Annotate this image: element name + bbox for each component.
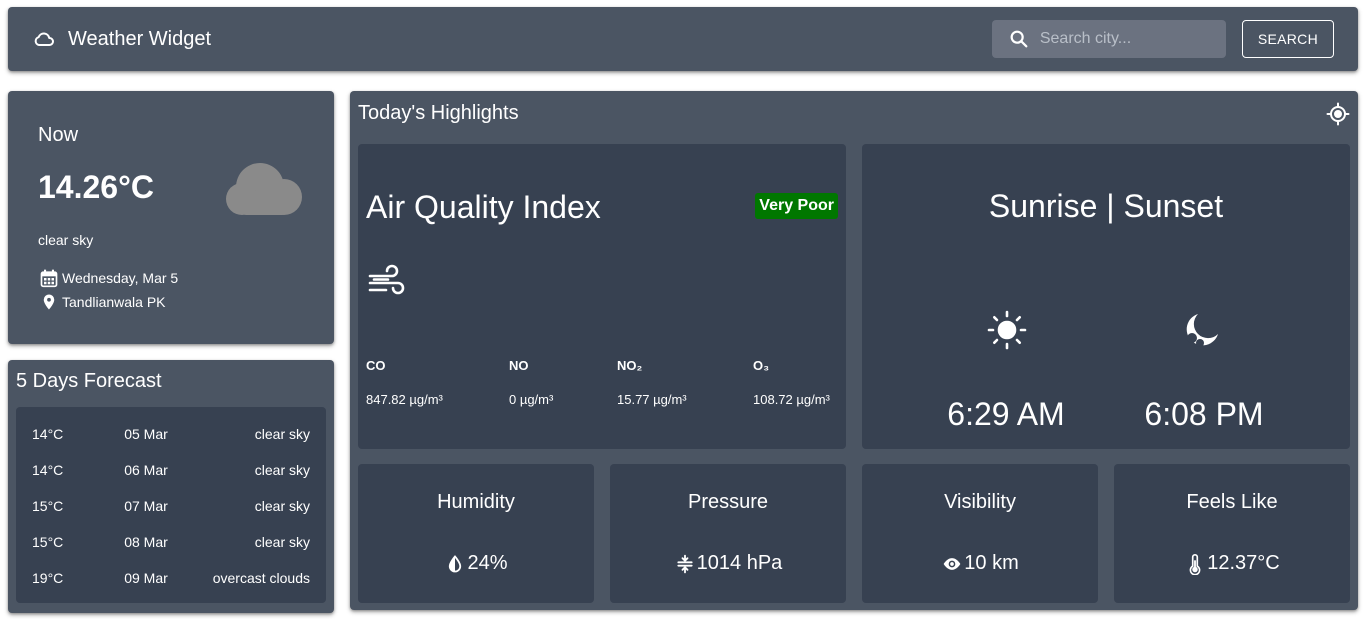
sunset-time: 6:08 PM xyxy=(1144,396,1264,432)
sun-title: Sunrise | Sunset xyxy=(988,188,1224,224)
forecast-row: 15°C 08 Mar clear sky xyxy=(32,524,310,560)
forecast-desc: clear sky xyxy=(254,498,310,514)
search-button[interactable]: SEARCH xyxy=(1241,20,1334,58)
compress-icon xyxy=(674,553,696,575)
pressure-label: Pressure xyxy=(687,491,769,513)
pollutant-name: NO₂ xyxy=(617,358,643,373)
app-title: Weather Widget xyxy=(68,27,212,50)
search-icon xyxy=(1008,28,1030,50)
forecast-date: 09 Mar xyxy=(124,570,168,586)
feels-like-row: 12.37°C xyxy=(1114,552,1350,575)
pressure-value: 1014 hPa xyxy=(696,552,783,574)
pollutant-value: 847.82 µg/m³ xyxy=(366,392,443,407)
aqi-title: Air Quality Index xyxy=(366,189,601,225)
forecast-date: 05 Mar xyxy=(124,426,168,442)
current-weather-card: Now 14.26°C clear sky Wednesday, Mar 5 T… xyxy=(8,91,334,344)
air-quality-card: Air Quality Index Very Poor CO 847.82 µg… xyxy=(358,144,846,449)
cloud-outline-icon xyxy=(32,27,56,51)
visibility-value: 10 km xyxy=(964,552,1019,574)
now-label: Now xyxy=(38,124,79,146)
highlights-card: Today's Highlights Air Quality Index Ver… xyxy=(350,91,1358,610)
aqi-status-badge: Very Poor xyxy=(755,193,838,219)
forecast-desc: clear sky xyxy=(254,462,310,478)
forecast-date: 06 Mar xyxy=(124,462,168,478)
forecast-desc: clear sky xyxy=(254,426,310,442)
sunrise-time: 6:29 AM xyxy=(947,396,1065,432)
sun-icon xyxy=(987,310,1027,350)
forecast-card: 5 Days Forecast 14°C 05 Mar clear sky 14… xyxy=(8,360,334,613)
forecast-date: 07 Mar xyxy=(124,498,168,514)
calendar-icon xyxy=(38,267,60,289)
feels-like-card: Feels Like 12.37°C xyxy=(1114,464,1350,603)
feels-like-label: Feels Like xyxy=(1186,491,1278,513)
feels-like-value: 12.37°C xyxy=(1207,552,1280,574)
eye-icon xyxy=(941,553,963,575)
pollutant-no: NO 0 µg/m³ xyxy=(509,358,553,407)
app-header: Weather Widget SEARCH xyxy=(8,7,1358,71)
visibility-label: Visibility xyxy=(944,491,1016,513)
humidity-value: 24% xyxy=(467,552,508,574)
forecast-row: 19°C 09 Mar overcast clouds xyxy=(32,560,310,596)
forecast-desc: clear sky xyxy=(254,534,310,550)
humidity-row: 24% xyxy=(358,552,594,575)
humidity-label: Humidity xyxy=(437,491,515,513)
location-pin-icon xyxy=(38,291,60,313)
pollutant-name: O₃ xyxy=(753,358,770,373)
current-date: Wednesday, Mar 5 xyxy=(62,270,179,286)
humidity-card: Humidity 24% xyxy=(358,464,594,603)
cloud-icon xyxy=(222,161,304,217)
forecast-date: 08 Mar xyxy=(124,534,168,550)
pollutant-no2: NO₂ 15.77 µg/m³ xyxy=(617,358,687,407)
forecast-temp: 14°C xyxy=(32,462,64,478)
current-location-icon[interactable] xyxy=(1326,102,1350,126)
wind-icon xyxy=(366,262,408,304)
forecast-row: 15°C 07 Mar clear sky xyxy=(32,488,310,524)
forecast-temp: 15°C xyxy=(32,498,64,514)
date-row: Wednesday, Mar 5 xyxy=(38,266,304,290)
forecast-temp: 14°C xyxy=(32,426,64,442)
pollutant-o3: O₃ 108.72 µg/m³ xyxy=(753,358,830,407)
visibility-card: Visibility 10 km xyxy=(862,464,1098,603)
forecast-row: 14°C 05 Mar clear sky xyxy=(32,416,310,452)
pollutant-name: CO xyxy=(366,358,386,373)
forecast-row: 14°C 06 Mar clear sky xyxy=(32,452,310,488)
forecast-title: 5 Days Forecast xyxy=(16,370,162,392)
pollutant-value: 15.77 µg/m³ xyxy=(617,392,687,407)
location-row: Tandlianwala PK xyxy=(38,290,304,314)
pressure-card: Pressure 1014 hPa xyxy=(610,464,846,603)
search-input[interactable] xyxy=(1039,30,1210,48)
current-location: Tandlianwala PK xyxy=(62,294,166,310)
highlights-title: Today's Highlights xyxy=(358,102,519,124)
forecast-desc: overcast clouds xyxy=(212,570,310,586)
weather-description: clear sky xyxy=(38,232,94,248)
humidity-icon xyxy=(444,553,466,575)
pollutant-name: NO xyxy=(509,358,529,373)
forecast-temp: 15°C xyxy=(32,534,64,550)
search-field[interactable] xyxy=(991,20,1226,58)
forecast-temp: 19°C xyxy=(32,570,64,586)
pressure-row: 1014 hPa xyxy=(610,552,846,575)
sunrise-sunset-card: Sunrise | Sunset 6:29 AM 6:08 PM xyxy=(862,144,1350,449)
pollutant-value: 108.72 µg/m³ xyxy=(753,392,830,407)
pollutant-co: CO 847.82 µg/m³ xyxy=(366,358,443,407)
visibility-row: 10 km xyxy=(862,552,1098,575)
pollutant-value: 0 µg/m³ xyxy=(509,392,554,407)
forecast-list: 14°C 05 Mar clear sky 14°C 06 Mar clear … xyxy=(16,407,326,603)
thermometer-icon xyxy=(1184,553,1206,575)
moon-icon xyxy=(1182,310,1222,350)
